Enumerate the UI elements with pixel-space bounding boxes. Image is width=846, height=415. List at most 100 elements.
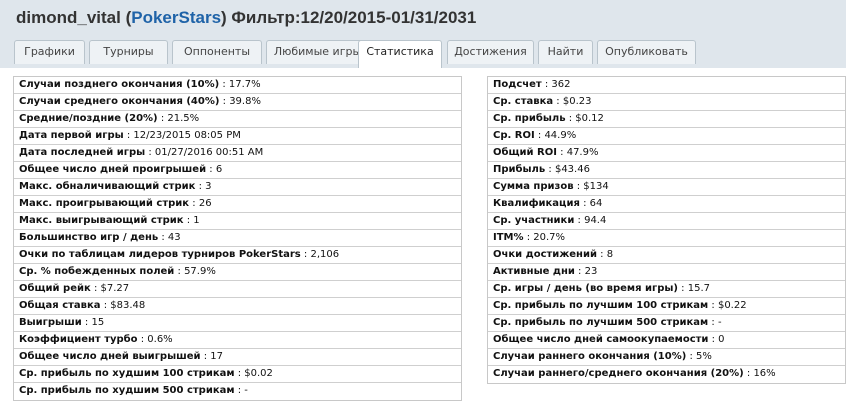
stat-value: 2,106 xyxy=(310,249,340,260)
stat-label: Общая ставка xyxy=(19,300,101,311)
stat-separator: : xyxy=(174,266,185,277)
stat-value: 94.4 xyxy=(584,215,607,226)
stat-separator: : xyxy=(556,147,567,158)
stat-value: 16% xyxy=(753,368,776,379)
stat-separator: : xyxy=(206,164,216,175)
player-name: dimond_vital xyxy=(16,8,121,27)
stat-separator: : xyxy=(234,368,245,379)
stat-separator: : xyxy=(534,130,545,141)
stat-label: Ср. ROI xyxy=(493,130,535,141)
stat-value: 3 xyxy=(205,181,212,192)
tab-publish[interactable]: Опубликовать xyxy=(597,40,696,64)
stat-value: 8 xyxy=(606,249,614,260)
stat-value: 6 xyxy=(215,164,223,175)
stat-label: Случаи среднего окончания (40%) xyxy=(19,96,220,107)
stat-separator: : xyxy=(541,79,552,90)
stat-label: Дата первой игры xyxy=(19,130,124,141)
stat-value: - xyxy=(717,317,722,328)
stat-separator: : xyxy=(189,198,199,209)
stat-label: Макс. выигрывающий стрик xyxy=(19,215,184,226)
site-link[interactable]: PokerStars xyxy=(131,8,221,27)
stat-label: Случаи раннего окончания (10%) xyxy=(493,351,687,362)
stat-row: Случаи позднего окончания (10%) : 17.7% xyxy=(14,77,461,94)
title-paren: ( xyxy=(120,8,132,27)
stat-separator: : xyxy=(219,79,229,90)
tab-tournaments[interactable]: Турниры xyxy=(89,40,168,64)
stat-label: Прибыль xyxy=(493,164,546,175)
stat-label: Очки по таблицам лидеров турниров PokerS… xyxy=(19,249,301,260)
stat-separator: : xyxy=(234,385,245,396)
stat-separator: : xyxy=(708,317,718,328)
stat-label: Выигрыши xyxy=(19,317,82,328)
stat-label: Очки достижений xyxy=(493,249,597,260)
stat-value: 26 xyxy=(198,198,212,209)
left-stats-table: Случаи позднего окончания (10%) : 17.7% С… xyxy=(13,76,462,401)
stat-label: Общее число дней выигрышей xyxy=(19,351,201,362)
stat-value: 44.9% xyxy=(544,130,577,141)
stat-label: Ср. прибыль по худшим 500 стрикам xyxy=(19,385,235,396)
stat-row: Ср. прибыль по лучшим 100 стрикам : $0.2… xyxy=(488,298,845,315)
stat-value: 15 xyxy=(91,317,105,328)
stat-row: Подсчет : 362 xyxy=(488,77,845,94)
stat-row: Ср. ROI : 44.9% xyxy=(488,128,845,145)
stat-label: Активные дни xyxy=(493,266,575,277)
tab-statistics[interactable]: Статистика xyxy=(358,40,442,68)
stat-value: 01/27/2016 00:51 AM xyxy=(154,147,264,158)
stat-label: Средние/поздние (20%) xyxy=(19,113,158,124)
stat-row: Коэффициент турбо : 0.6% xyxy=(14,332,461,349)
stat-separator: : xyxy=(183,215,194,226)
stat-separator: : xyxy=(678,283,688,294)
stat-value: $0.12 xyxy=(575,113,604,124)
stat-separator: : xyxy=(565,113,576,124)
stat-label: Квалификация xyxy=(493,198,580,209)
stat-row: Ср. прибыль по лучшим 500 стрикам : - xyxy=(488,315,845,332)
stat-row: Ср. участники : 94.4 xyxy=(488,213,845,230)
stat-value: 17 xyxy=(210,351,223,362)
stat-separator: : xyxy=(545,164,555,175)
stat-label: Ср. ставка xyxy=(493,96,554,107)
stat-separator: : xyxy=(574,266,585,277)
stat-label: Дата последней игры xyxy=(19,147,146,158)
stat-separator: : xyxy=(596,249,607,260)
stat-value: $7.27 xyxy=(100,283,130,294)
stat-row: Общая ставка : $83.48 xyxy=(14,298,461,315)
stat-label: Подсчет xyxy=(493,79,542,90)
stat-value: 64 xyxy=(589,198,603,209)
stat-label: Макс. обналичивающий стрик xyxy=(19,181,196,192)
stat-separator: : xyxy=(157,113,168,124)
stat-value: 57.9% xyxy=(184,266,216,277)
stat-row: Общий ROI : 47.9% xyxy=(488,145,845,162)
stat-row: Большинство игр / день : 43 xyxy=(14,230,461,247)
stat-value: 21.5% xyxy=(167,113,200,124)
stat-label: Общий ROI xyxy=(493,147,557,158)
stat-value: $83.48 xyxy=(110,300,146,311)
stat-separator: : xyxy=(573,181,584,192)
tab-opponents[interactable]: Оппоненты xyxy=(172,40,262,64)
stat-label: Ср. % побежденных полей xyxy=(19,266,175,277)
stat-row: Макс. проигрывающий стрик : 26 xyxy=(14,196,461,213)
tab-achievements[interactable]: Достижения xyxy=(447,40,534,64)
stat-value: 12/23/2015 08:05 PM xyxy=(133,130,241,141)
stat-label: Ср. участники xyxy=(493,215,575,226)
stat-row: Активные дни : 23 xyxy=(488,264,845,281)
tab-charts[interactable]: Графики xyxy=(14,40,85,64)
page-title: dimond_vital (PokerStars) Фильтр:12/20/2… xyxy=(16,8,476,28)
stat-label: Ср. прибыль по худшим 100 стрикам xyxy=(19,368,235,379)
stat-row: Макс. выигрывающий стрик : 1 xyxy=(14,213,461,230)
stat-row: Ср. прибыль по худшим 100 стрикам : $0.0… xyxy=(14,366,461,383)
stat-row: Квалификация : 64 xyxy=(488,196,845,213)
stat-value: 39.8% xyxy=(229,96,261,107)
tab-search[interactable]: Найти xyxy=(538,40,593,64)
stat-separator: : xyxy=(743,368,754,379)
stat-row: Общее число дней проигрышей : 6 xyxy=(14,162,461,179)
stat-value: 23 xyxy=(584,266,598,277)
stat-separator: : xyxy=(579,198,590,209)
stat-row: Сумма призов : $134 xyxy=(488,179,845,196)
stat-separator: : xyxy=(708,300,718,311)
stat-separator: : xyxy=(708,334,719,345)
stat-row: Ср. игры / день (во время игры) : 15.7 xyxy=(488,281,845,298)
tab-favorite-games[interactable]: Любимые игры xyxy=(266,40,369,64)
stat-row: Выигрыши : 15 xyxy=(14,315,461,332)
stat-label: Ср. игры / день (во время игры) xyxy=(493,283,678,294)
stat-row: Очки достижений : 8 xyxy=(488,247,845,264)
